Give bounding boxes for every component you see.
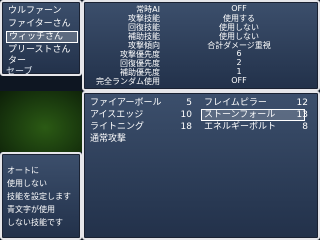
skill-cost: 8: [302, 122, 308, 132]
party-member-0[interactable]: ウルファーン: [6, 5, 78, 17]
character-portrait: [0, 91, 82, 152]
skill-name[interactable]: ライトニング: [90, 121, 144, 133]
help-text-line: 技能を設定します: [7, 192, 71, 201]
party-member-1[interactable]: ファイターさん: [6, 18, 78, 30]
skill-cost: 18: [180, 122, 192, 132]
save-menu-item[interactable]: セーブ: [6, 66, 78, 74]
skill-name[interactable]: アイスエッジ: [90, 109, 143, 121]
skill-list-window: ファイアーボール 5 アイスエッジ 10 ライトニング 18 通常攻撃 フレイム…: [82, 91, 320, 240]
skill-cost: 5: [186, 98, 192, 108]
party-member-4[interactable]: ター: [6, 56, 78, 66]
party-member-2-selected[interactable]: ウィッチさん: [6, 31, 78, 43]
skill-cost: 12: [296, 98, 308, 108]
help-text-line: しない技能です: [7, 218, 63, 227]
party-list-window: ウルファーン ファイターさん ウィッチさん プリーストさん ター セーブ: [0, 0, 82, 76]
skill-name[interactable]: エネルギーボルト: [204, 121, 276, 133]
setting-value[interactable]: 6: [179, 49, 299, 58]
help-text-line: 使用しない: [7, 179, 47, 188]
setting-value[interactable]: 1: [179, 67, 299, 76]
skill-cost: 13: [296, 110, 308, 120]
skill-name-selected[interactable]: ストーンフォール: [204, 109, 275, 121]
help-text-line: 青文字が使用: [7, 205, 55, 214]
help-text-line: オートに: [7, 166, 39, 175]
skill-name[interactable]: フレイムピラー: [204, 97, 267, 109]
setting-value[interactable]: OFF: [179, 4, 299, 13]
skill-name[interactable]: ファイアーボール: [90, 97, 161, 109]
setting-value[interactable]: 2: [179, 58, 299, 67]
setting-label: 完全ランダム使用: [96, 77, 160, 86]
ai-settings-window: 常時AI OFF 攻撃技能 使用する 回復技能 使用しない 補助技能 使用しない…: [82, 0, 320, 91]
skill-name[interactable]: 通常攻撃: [90, 133, 126, 145]
party-member-3[interactable]: プリーストさん: [6, 44, 78, 56]
help-window: オートに 使用しない 技能を設定します 青文字が使用 しない技能です: [0, 152, 82, 240]
skill-cost: 10: [180, 110, 192, 120]
setting-value[interactable]: OFF: [179, 76, 299, 85]
